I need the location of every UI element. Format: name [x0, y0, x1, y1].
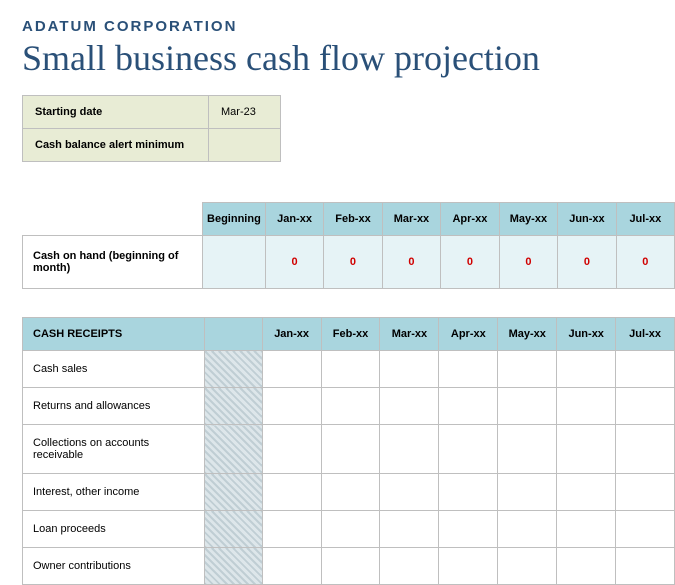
receipt-cell	[498, 474, 557, 511]
receipt-cell	[498, 548, 557, 585]
receipt-cell	[439, 548, 498, 585]
receipt-cell	[321, 388, 380, 425]
receipt-row-label: Owner contributions	[23, 548, 205, 585]
col-month: Mar-xx	[382, 203, 440, 236]
cash-on-hand-cell: 0	[324, 236, 382, 289]
receipts-col-month: Feb-xx	[321, 318, 380, 351]
receipt-cell	[616, 548, 675, 585]
cash-on-hand-cell: 0	[441, 236, 499, 289]
alert-min-value	[209, 129, 281, 162]
receipts-col-month: Jul-xx	[616, 318, 675, 351]
hatch-cell	[204, 511, 262, 548]
receipt-cell	[439, 474, 498, 511]
receipts-col-month: May-xx	[498, 318, 557, 351]
receipt-cell	[616, 351, 675, 388]
receipt-cell	[321, 474, 380, 511]
receipt-cell	[380, 351, 439, 388]
starting-date-value: Mar-23	[209, 96, 281, 129]
info-table: Starting date Mar-23 Cash balance alert …	[22, 95, 281, 162]
receipts-col-month: Mar-xx	[380, 318, 439, 351]
receipt-cell	[380, 425, 439, 474]
receipt-cell	[321, 548, 380, 585]
cash-on-hand-cell: 0	[499, 236, 558, 289]
cash-on-hand-beginning	[203, 236, 266, 289]
receipt-cell	[616, 474, 675, 511]
company-name: ADATUM CORPORATION	[22, 18, 675, 35]
receipt-cell	[557, 425, 616, 474]
receipt-cell	[616, 425, 675, 474]
hatch-cell	[204, 425, 262, 474]
receipt-cell	[262, 425, 321, 474]
alert-min-label: Cash balance alert minimum	[23, 129, 209, 162]
cash-on-hand-cell: 0	[265, 236, 323, 289]
receipt-cell	[439, 351, 498, 388]
receipt-cell	[321, 511, 380, 548]
receipt-cell	[498, 511, 557, 548]
cash-on-hand-cell: 0	[382, 236, 440, 289]
receipts-col-month: Jun-xx	[557, 318, 616, 351]
receipts-col-month: Apr-xx	[439, 318, 498, 351]
receipt-cell	[262, 511, 321, 548]
receipt-row-label: Cash sales	[23, 351, 205, 388]
receipt-cell	[262, 548, 321, 585]
col-month: May-xx	[499, 203, 558, 236]
receipt-cell	[439, 425, 498, 474]
receipt-cell	[321, 351, 380, 388]
col-month: Jul-xx	[616, 203, 674, 236]
cash-on-hand-label: Cash on hand (beginning of month)	[23, 236, 203, 289]
receipt-cell	[262, 351, 321, 388]
receipt-cell	[262, 474, 321, 511]
blank-header	[23, 203, 203, 236]
hatch-cell	[204, 474, 262, 511]
col-month: Feb-xx	[324, 203, 382, 236]
receipt-row-label: Interest, other income	[23, 474, 205, 511]
receipt-cell	[380, 474, 439, 511]
cash-on-hand-table: Beginning Jan-xx Feb-xx Mar-xx Apr-xx Ma…	[22, 202, 675, 289]
col-month: Jun-xx	[558, 203, 616, 236]
cash-on-hand-cell: 0	[558, 236, 616, 289]
receipts-col-month: Jan-xx	[262, 318, 321, 351]
receipt-cell	[498, 425, 557, 474]
receipt-cell	[262, 388, 321, 425]
receipt-cell	[380, 548, 439, 585]
receipt-cell	[380, 511, 439, 548]
receipt-cell	[616, 511, 675, 548]
receipt-cell	[380, 388, 439, 425]
receipt-cell	[321, 425, 380, 474]
hatch-cell	[204, 351, 262, 388]
receipt-cell	[439, 511, 498, 548]
receipts-section-label: CASH RECEIPTS	[23, 318, 205, 351]
receipt-cell	[557, 511, 616, 548]
receipt-row-label: Returns and allowances	[23, 388, 205, 425]
starting-date-label: Starting date	[23, 96, 209, 129]
receipt-row-label: Collections on accounts receivable	[23, 425, 205, 474]
receipt-cell	[616, 388, 675, 425]
page-title: Small business cash flow projection	[22, 37, 675, 79]
receipt-cell	[557, 351, 616, 388]
col-month: Apr-xx	[441, 203, 499, 236]
receipt-cell	[557, 388, 616, 425]
col-month: Jan-xx	[265, 203, 323, 236]
receipt-cell	[557, 548, 616, 585]
receipts-blank-col	[204, 318, 262, 351]
hatch-cell	[204, 548, 262, 585]
receipt-cell	[557, 474, 616, 511]
hatch-cell	[204, 388, 262, 425]
receipt-cell	[498, 388, 557, 425]
cash-receipts-table: CASH RECEIPTS Jan-xx Feb-xx Mar-xx Apr-x…	[22, 317, 675, 585]
col-beginning: Beginning	[203, 203, 266, 236]
receipt-row-label: Loan proceeds	[23, 511, 205, 548]
receipt-cell	[439, 388, 498, 425]
cash-on-hand-cell: 0	[616, 236, 674, 289]
receipt-cell	[498, 351, 557, 388]
